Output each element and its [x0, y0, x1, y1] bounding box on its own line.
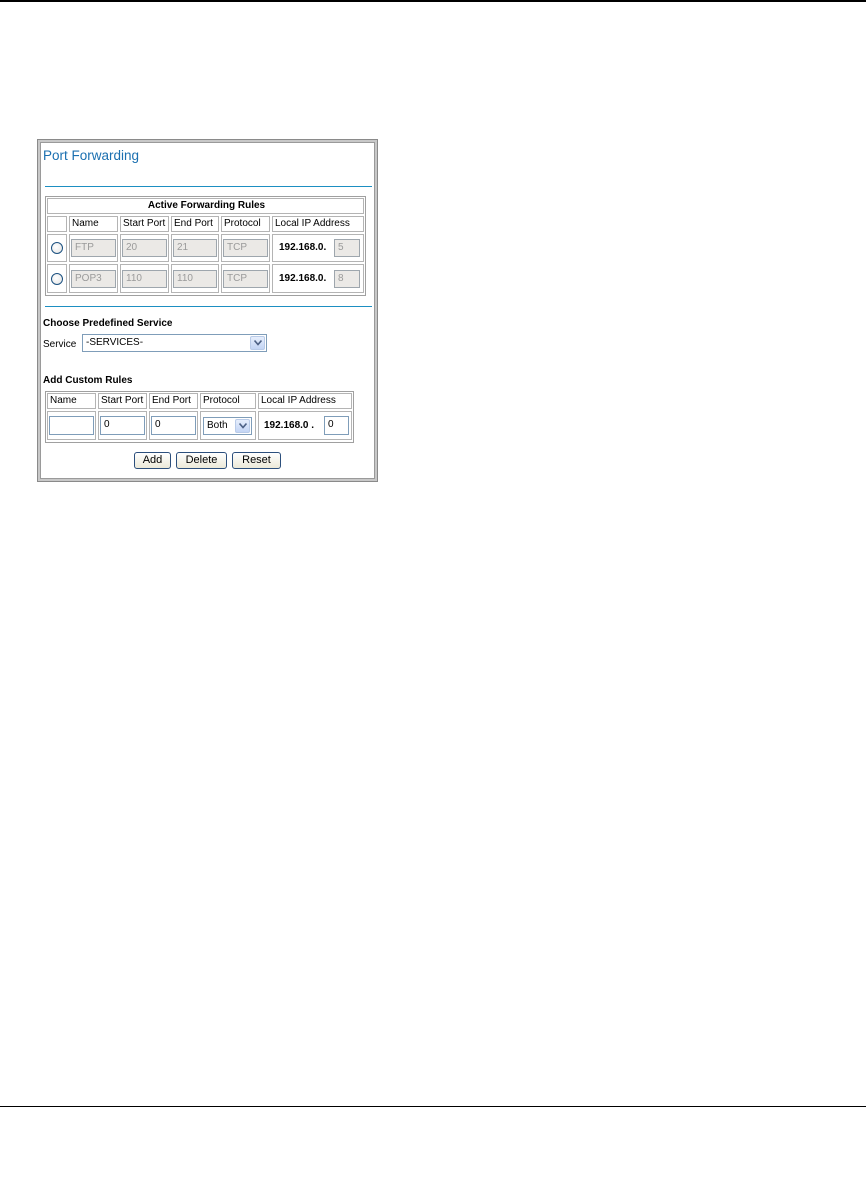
custom-end-port-input[interactable]: 0: [151, 416, 196, 435]
rule-end-cell: 110: [171, 264, 219, 293]
rule-protocol-cell: TCP: [221, 234, 270, 262]
chevron-down-icon[interactable]: [250, 336, 265, 350]
custom-start-cell: 0: [98, 411, 147, 440]
rule-name-cell: POP3: [69, 264, 118, 293]
rule-start-cell: 110: [120, 264, 169, 293]
rule-ip-cell: 192.168.0. 5: [272, 234, 364, 262]
add-button[interactable]: Add: [134, 452, 171, 469]
page-top-rule: [0, 0, 866, 2]
rule-start-cell: 20: [120, 234, 169, 262]
rule-ip-last-field: 8: [334, 270, 360, 288]
rule-ip-prefix: 192.168.0.: [279, 273, 327, 284]
section-divider: [45, 306, 372, 307]
custom-protocol-value: Both: [207, 420, 228, 431]
custom-col-start-port: Start Port: [98, 393, 147, 409]
service-label: Service: [43, 339, 77, 350]
custom-end-cell: 0: [149, 411, 198, 440]
col-ip-header: Local IP Address: [272, 216, 364, 232]
custom-ip-prefix: 192.168.0 .: [264, 420, 315, 431]
rule-protocol-cell: TCP: [221, 264, 270, 293]
page-bottom-rule: [0, 1106, 866, 1107]
rule-end-port-field: 110: [173, 270, 217, 288]
custom-ip-last-input[interactable]: 0: [324, 416, 349, 435]
custom-col-ip: Local IP Address: [258, 393, 352, 409]
col-name-header: Name: [69, 216, 118, 232]
rule-ip-prefix: 192.168.0.: [279, 242, 327, 253]
col-end-port-header: End Port: [171, 216, 219, 232]
col-protocol-header: Protocol: [221, 216, 270, 232]
custom-col-end-port: End Port: [149, 393, 198, 409]
reset-button[interactable]: Reset: [232, 452, 281, 469]
service-select[interactable]: -SERVICES-: [82, 334, 267, 352]
custom-col-protocol: Protocol: [200, 393, 256, 409]
active-rules-caption: Active Forwarding Rules: [47, 198, 364, 214]
custom-ip-cell: 192.168.0 . 0: [258, 411, 352, 440]
rule-name-field: FTP: [71, 239, 116, 257]
rule-start-port-field: 20: [122, 239, 167, 257]
delete-button[interactable]: Delete: [176, 452, 227, 469]
custom-rules-table: Name Start Port End Port Protocol Local …: [45, 391, 354, 443]
custom-col-name: Name: [47, 393, 96, 409]
rule-protocol-field: TCP: [223, 270, 268, 288]
custom-protocol-select[interactable]: Both: [203, 417, 252, 435]
rule-protocol-field: TCP: [223, 239, 268, 257]
page-title: Port Forwarding: [43, 148, 140, 163]
rule-ip-cell: 192.168.0. 8: [272, 264, 364, 293]
custom-heading: Add Custom Rules: [43, 375, 133, 386]
col-select-header: [47, 216, 67, 232]
custom-start-port-input[interactable]: 0: [100, 416, 145, 435]
rule-radio-1[interactable]: [51, 242, 63, 254]
custom-protocol-cell: Both: [200, 411, 256, 440]
table-row: [47, 234, 67, 262]
custom-name-cell: [47, 411, 96, 440]
title-divider: [45, 186, 372, 187]
rule-ip-last-field: 5: [334, 239, 360, 257]
active-rules-table: Active Forwarding Rules Name Start Port …: [45, 196, 366, 296]
rule-radio-2[interactable]: [51, 273, 63, 285]
table-row: [47, 264, 67, 293]
rule-end-cell: 21: [171, 234, 219, 262]
rule-start-port-field: 110: [122, 270, 167, 288]
port-forwarding-panel: Port Forwarding Active Forwarding Rules …: [37, 139, 378, 482]
predefined-heading: Choose Predefined Service: [43, 318, 173, 329]
rule-name-field: POP3: [71, 270, 116, 288]
rule-name-cell: FTP: [69, 234, 118, 262]
custom-name-input[interactable]: [49, 416, 94, 435]
col-start-port-header: Start Port: [120, 216, 169, 232]
service-selected-value: -SERVICES-: [86, 337, 144, 348]
chevron-down-icon[interactable]: [235, 419, 250, 433]
rule-end-port-field: 21: [173, 239, 217, 257]
